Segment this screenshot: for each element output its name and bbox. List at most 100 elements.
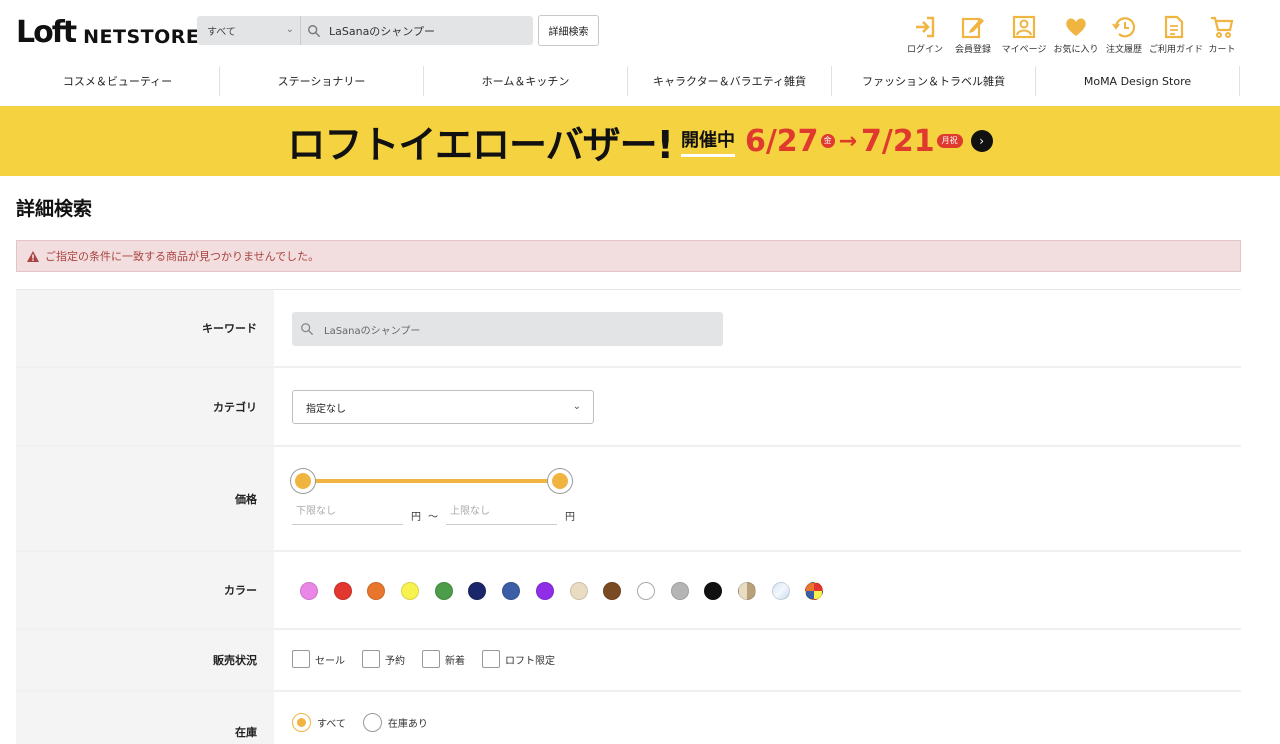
logo-mark: Loft	[16, 15, 77, 50]
price-separator: 〜	[428, 512, 438, 523]
guide-link[interactable]: ご利用ガイド	[1149, 14, 1204, 55]
guide-icon	[1164, 15, 1184, 39]
keyword-label: キーワード	[16, 290, 274, 366]
category-nav: コスメ＆ビューティー ステーショナリー ホーム＆キッチン キャラクター＆バラエテ…	[16, 66, 1240, 96]
color-swatch-purple[interactable]	[535, 582, 554, 600]
color-swatch-green[interactable]	[434, 582, 453, 600]
banner-status: 開催中	[680, 126, 735, 157]
favorites-link[interactable]: お気に入り	[1051, 14, 1101, 55]
checkbox-sale[interactable]: セール	[292, 650, 345, 668]
checkbox-box[interactable]	[422, 650, 440, 668]
color-swatch-white[interactable]	[636, 582, 655, 600]
color-swatch-red[interactable]	[333, 582, 352, 600]
banner-end-day: 月祝	[936, 134, 963, 148]
search-icon	[301, 323, 313, 335]
color-swatch-gray[interactable]	[670, 582, 689, 600]
checkbox-label: 予約	[385, 655, 405, 667]
color-label: カラー	[16, 552, 274, 628]
chevron-down-icon: ⌄	[572, 401, 581, 412]
color-swatch-pink[interactable]	[300, 582, 318, 600]
search-bar: すべて ⌄ LaSanaのシャンプー	[197, 16, 533, 45]
nav-item-moma[interactable]: MoMA Design Store	[1036, 66, 1240, 96]
order-history-link[interactable]: 注文履歴	[1099, 14, 1149, 55]
checkbox-loft-limited[interactable]: ロフト限定	[482, 650, 555, 668]
nav-item-cosme[interactable]: コスメ＆ビューティー	[16, 66, 220, 96]
register-icon	[961, 17, 984, 39]
keyword-input[interactable]: LaSanaのシャンプー	[292, 312, 723, 346]
checkbox-preorder[interactable]: 予約	[362, 650, 405, 668]
color-swatch-beige[interactable]	[569, 582, 588, 600]
color-swatches	[300, 582, 839, 600]
price-label: 価格	[16, 447, 274, 550]
radio-stock-all[interactable]: すべて	[292, 713, 346, 732]
site-header: Loft NETSTORE すべて ⌄ LaSanaのシャンプー 詳細検索 ログ…	[0, 0, 1280, 66]
site-logo[interactable]: Loft NETSTORE	[16, 14, 200, 50]
category-label: カテゴリ	[16, 368, 274, 445]
color-swatch-brown[interactable]	[603, 582, 622, 600]
register-link[interactable]: 会員登録	[948, 14, 998, 55]
radio-label: すべて	[317, 719, 346, 730]
price-min-input[interactable]: 下限なし	[292, 505, 403, 525]
price-row: 価格 下限なし 円 〜 上限なし 円	[16, 447, 1241, 552]
price-slider-max-handle[interactable]	[548, 469, 572, 493]
nav-item-stationery[interactable]: ステーショナリー	[220, 66, 424, 96]
category-row: カテゴリ 指定なし ⌄	[16, 368, 1241, 447]
color-swatch-yellow[interactable]	[401, 582, 420, 600]
history-icon	[1112, 17, 1136, 38]
checkbox-label: 新着	[445, 655, 465, 667]
category-value: 指定なし	[306, 403, 346, 415]
color-swatch-orange[interactable]	[367, 582, 386, 600]
search-category-select[interactable]: すべて ⌄	[197, 16, 301, 45]
radio-button[interactable]	[292, 713, 311, 732]
color-swatch-clear[interactable]	[771, 582, 790, 600]
checkbox-box[interactable]	[362, 650, 380, 668]
color-swatch-multi[interactable]	[805, 582, 824, 600]
login-link[interactable]: ログイン	[900, 14, 950, 55]
checkbox-label: セール	[315, 655, 345, 667]
nav-item-home-kitchen[interactable]: ホーム＆キッチン	[424, 66, 628, 96]
campaign-banner[interactable]: ロフトイエローバザー! 開催中 6/27 金 → 7/21 月祝 ›	[0, 106, 1280, 176]
advanced-search-button[interactable]: 詳細検索	[538, 15, 599, 46]
page-title: 詳細検索	[16, 198, 93, 220]
sale-status-label: 販売状況	[16, 630, 274, 690]
banner-end-date: 7/21	[861, 123, 935, 159]
search-category-value: すべて	[207, 27, 236, 38]
cart-icon	[1211, 16, 1234, 38]
cart-link[interactable]: カート	[1197, 14, 1247, 55]
login-icon	[916, 16, 935, 38]
checkbox-box[interactable]	[292, 650, 310, 668]
price-max-input[interactable]: 上限なし	[446, 505, 557, 525]
radio-button[interactable]	[362, 713, 382, 732]
search-input[interactable]: LaSanaのシャンプー	[329, 23, 435, 39]
mypage-icon	[1012, 15, 1036, 39]
advanced-search-form: キーワード LaSanaのシャンプー カテゴリ 指定なし ⌄ 価格 下限なし 円…	[16, 289, 1241, 744]
category-select[interactable]: 指定なし ⌄	[292, 390, 594, 424]
logo-text: NETSTORE	[83, 26, 200, 48]
register-label: 会員登録	[954, 45, 991, 55]
guide-label: ご利用ガイド	[1149, 45, 1204, 55]
keyword-row: キーワード LaSanaのシャンプー	[16, 290, 1241, 368]
price-slider-min-handle[interactable]	[291, 469, 315, 493]
nav-item-fashion-travel[interactable]: ファッション＆トラベル雑貨	[832, 66, 1036, 96]
color-swatch-gold[interactable]	[737, 582, 756, 600]
search-icon	[308, 24, 320, 37]
nav-item-character[interactable]: キャラクター＆バラエティ雑貨	[628, 66, 832, 96]
heart-icon	[1066, 18, 1086, 36]
color-swatch-black[interactable]	[704, 582, 723, 600]
radio-stock-available[interactable]: 在庫あり	[362, 713, 428, 732]
radio-label: 在庫あり	[387, 719, 428, 730]
chevron-right-icon[interactable]: ›	[970, 130, 993, 152]
keyword-value: LaSanaのシャンプー	[324, 325, 421, 337]
mypage-link[interactable]: マイページ	[999, 14, 1049, 55]
warning-icon	[27, 250, 39, 262]
price-slider-track[interactable]	[304, 479, 562, 483]
color-swatch-blue[interactable]	[502, 582, 521, 600]
price-max-unit: 円	[565, 512, 575, 523]
checkbox-box[interactable]	[482, 650, 500, 668]
color-swatch-navy[interactable]	[468, 582, 487, 600]
checkbox-new[interactable]: 新着	[422, 650, 465, 668]
color-row: カラー	[16, 552, 1241, 630]
banner-start-day: 金	[820, 134, 835, 148]
stock-radios: すべて 在庫あり	[292, 713, 445, 732]
mypage-label: マイページ	[1001, 45, 1047, 55]
